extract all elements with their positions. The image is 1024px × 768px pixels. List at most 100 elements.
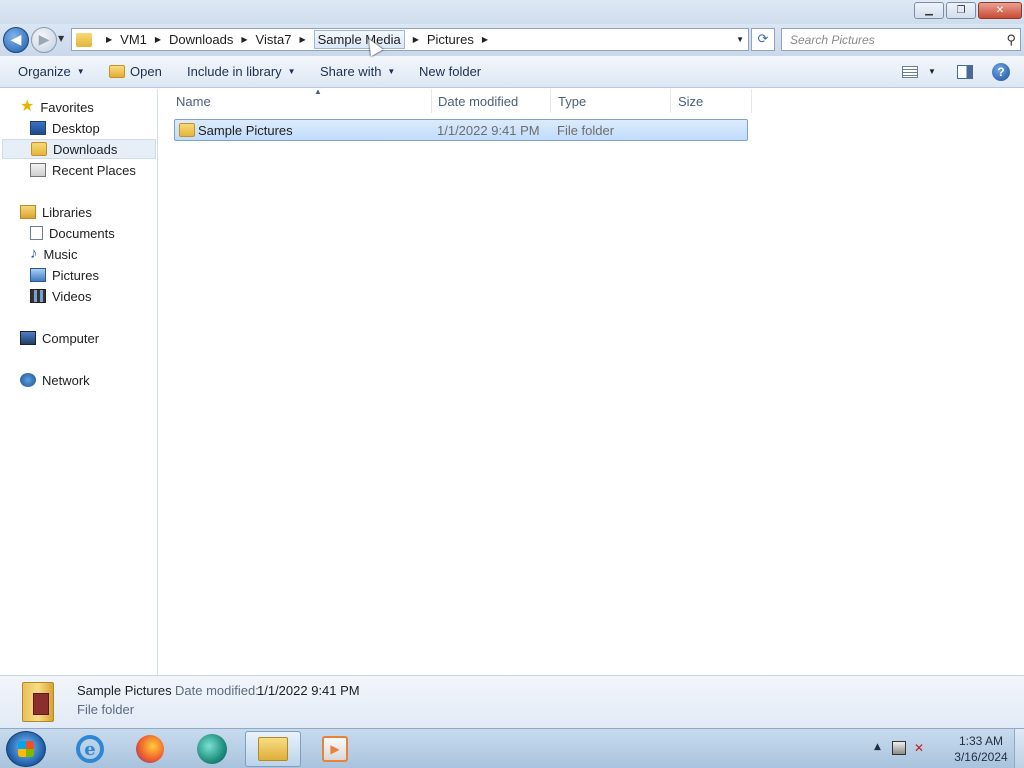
nav-network[interactable]: Network bbox=[20, 370, 90, 390]
minimize-icon: ▁ bbox=[925, 5, 933, 16]
refresh-button[interactable]: ⟳ bbox=[751, 28, 775, 51]
nav-documents[interactable]: Documents bbox=[30, 223, 115, 243]
system-tray: ▲ ✕ 1:33 AM 3/16/2024 bbox=[864, 729, 1024, 768]
search-input[interactable]: Search Pictures ⚲ bbox=[781, 28, 1021, 51]
window-controls: ▁ ❐ ✕ bbox=[914, 2, 1022, 19]
organize-button[interactable]: Organize ▼ bbox=[18, 64, 85, 79]
downloads-folder-icon bbox=[31, 142, 47, 156]
recent-pages-button[interactable]: ▼ bbox=[58, 34, 64, 43]
videos-label: Videos bbox=[52, 288, 92, 304]
include-in-library-button[interactable]: Include in library ▼ bbox=[187, 64, 296, 79]
column-header-size[interactable]: Size bbox=[678, 89, 752, 113]
open-button[interactable]: Open bbox=[109, 64, 162, 79]
nav-downloads[interactable]: Downloads bbox=[2, 139, 156, 159]
chevron-down-icon: ▼ bbox=[76, 67, 85, 76]
breadcrumb-separator-icon[interactable]: ▶ bbox=[106, 35, 112, 44]
taskbar-media-player[interactable]: ▶ bbox=[307, 731, 363, 767]
show-hidden-icons-icon[interactable]: ▲ bbox=[874, 742, 881, 752]
navigation-bar: ◀ ▶ ▼ ▶ VM1 ▶ Downloads ▶ Vista7 ▶ Sampl… bbox=[0, 24, 1024, 56]
forward-button[interactable]: ▶ bbox=[31, 27, 57, 53]
open-label: Open bbox=[130, 64, 162, 79]
command-bar: Organize ▼ Open Include in library ▼ Share… bbox=[0, 56, 1024, 88]
edge-icon bbox=[197, 734, 227, 764]
restore-button[interactable]: ❐ bbox=[946, 2, 976, 19]
nav-music[interactable]: ♪ Music bbox=[30, 244, 77, 264]
clock-time: 1:33 AM bbox=[958, 734, 1004, 748]
address-dropdown-icon[interactable]: ▼ bbox=[736, 35, 744, 44]
taskbar-windows-explorer[interactable] bbox=[245, 731, 301, 767]
breadcrumb-downloads[interactable]: Downloads bbox=[169, 32, 233, 47]
nav-favorites[interactable]: ★ Favorites bbox=[20, 97, 94, 117]
computer-label: Computer bbox=[42, 330, 100, 346]
search-icon[interactable]: ⚲ bbox=[1006, 32, 1016, 48]
share-with-button[interactable]: Share with ▼ bbox=[320, 64, 395, 79]
breadcrumb-separator-icon[interactable]: ▶ bbox=[413, 35, 419, 44]
taskbar: e ▶ ▲ ✕ 1:33 AM 3/16/2024 bbox=[0, 728, 1024, 768]
restore-icon: ❐ bbox=[956, 5, 966, 16]
help-icon[interactable]: ? bbox=[992, 63, 1010, 81]
row-date-modified: 1/1/2022 9:41 PM bbox=[437, 123, 540, 138]
minimize-button[interactable]: ▁ bbox=[914, 2, 944, 19]
folder-icon bbox=[179, 123, 195, 137]
row-name: Sample Pictures bbox=[198, 123, 293, 138]
breadcrumb-separator-icon[interactable]: ▶ bbox=[299, 35, 305, 44]
preview-pane-icon[interactable] bbox=[957, 65, 973, 79]
column-header-date-modified[interactable]: Date modified bbox=[438, 89, 551, 113]
search-placeholder: Search Pictures bbox=[790, 32, 875, 47]
forward-arrow-icon: ▶ bbox=[38, 32, 50, 48]
details-date-value: 1/1/2022 9:41 PM bbox=[257, 683, 360, 698]
nav-libraries[interactable]: Libraries bbox=[20, 202, 92, 222]
star-icon: ★ bbox=[20, 98, 35, 115]
breadcrumb-pictures[interactable]: Pictures bbox=[427, 32, 474, 47]
nav-videos[interactable]: Videos bbox=[30, 286, 92, 306]
clock[interactable]: 1:33 AM 3/16/2024 bbox=[942, 733, 1020, 765]
title-bar: ▁ ❐ ✕ bbox=[0, 0, 1024, 24]
network-status-icon[interactable] bbox=[892, 741, 906, 755]
column-name-label: Name bbox=[176, 93, 211, 109]
back-button[interactable]: ◀ bbox=[3, 27, 29, 53]
breadcrumb-sample-media[interactable]: Sample Media bbox=[313, 30, 405, 49]
taskbar-edge[interactable] bbox=[184, 731, 240, 767]
navigation-pane: ★ Favorites Desktop Downloads Recent Plac… bbox=[0, 89, 158, 675]
recent-places-icon bbox=[30, 163, 46, 177]
recent-places-label: Recent Places bbox=[52, 162, 136, 178]
change-view-icon[interactable] bbox=[902, 66, 918, 78]
taskbar-internet-explorer[interactable]: e bbox=[62, 731, 118, 767]
breadcrumb-separator-icon[interactable]: ▶ bbox=[241, 35, 247, 44]
desktop-label: Desktop bbox=[52, 120, 100, 136]
volume-muted-icon[interactable]: ✕ bbox=[914, 741, 930, 757]
nav-pictures[interactable]: Pictures bbox=[30, 265, 99, 285]
videos-icon bbox=[30, 289, 46, 303]
back-arrow-icon: ◀ bbox=[10, 32, 22, 48]
internet-explorer-icon: e bbox=[76, 735, 104, 763]
nav-recent-places[interactable]: Recent Places bbox=[30, 160, 136, 180]
column-size-label: Size bbox=[678, 93, 704, 109]
show-desktop-button[interactable] bbox=[1014, 729, 1024, 768]
table-row[interactable]: Sample Pictures 1/1/2022 9:41 PM File fo… bbox=[174, 119, 748, 141]
include-in-library-label: Include in library bbox=[187, 64, 282, 79]
taskbar-firefox[interactable] bbox=[122, 731, 178, 767]
pictures-label: Pictures bbox=[52, 267, 99, 283]
refresh-icon: ⟳ bbox=[757, 32, 769, 47]
address-bar[interactable]: ▶ VM1 ▶ Downloads ▶ Vista7 ▶ Sample Medi… bbox=[71, 28, 749, 51]
windows-logo-icon bbox=[18, 741, 34, 757]
column-type-label: Type bbox=[558, 93, 587, 109]
desktop-icon bbox=[30, 121, 46, 135]
chevron-down-icon[interactable]: ▼ bbox=[928, 67, 936, 76]
close-button[interactable]: ✕ bbox=[978, 2, 1022, 19]
chevron-down-icon: ▼ bbox=[387, 67, 396, 76]
column-header-name[interactable]: Name ▲ bbox=[176, 87, 432, 113]
new-folder-button[interactable]: New folder bbox=[419, 64, 481, 79]
column-header-type[interactable]: Type bbox=[558, 89, 671, 113]
computer-icon bbox=[20, 331, 36, 345]
breadcrumb-vm1[interactable]: VM1 bbox=[120, 32, 147, 47]
libraries-icon bbox=[20, 205, 36, 219]
nav-desktop[interactable]: Desktop bbox=[30, 118, 100, 138]
nav-computer[interactable]: Computer bbox=[20, 328, 99, 348]
breadcrumb-separator-icon[interactable]: ▶ bbox=[155, 35, 161, 44]
libraries-label: Libraries bbox=[42, 204, 92, 220]
breadcrumb-separator-icon[interactable]: ▶ bbox=[482, 35, 488, 44]
start-button[interactable] bbox=[6, 731, 46, 767]
row-type: File folder bbox=[557, 123, 615, 138]
breadcrumb-vista7[interactable]: Vista7 bbox=[256, 32, 292, 47]
